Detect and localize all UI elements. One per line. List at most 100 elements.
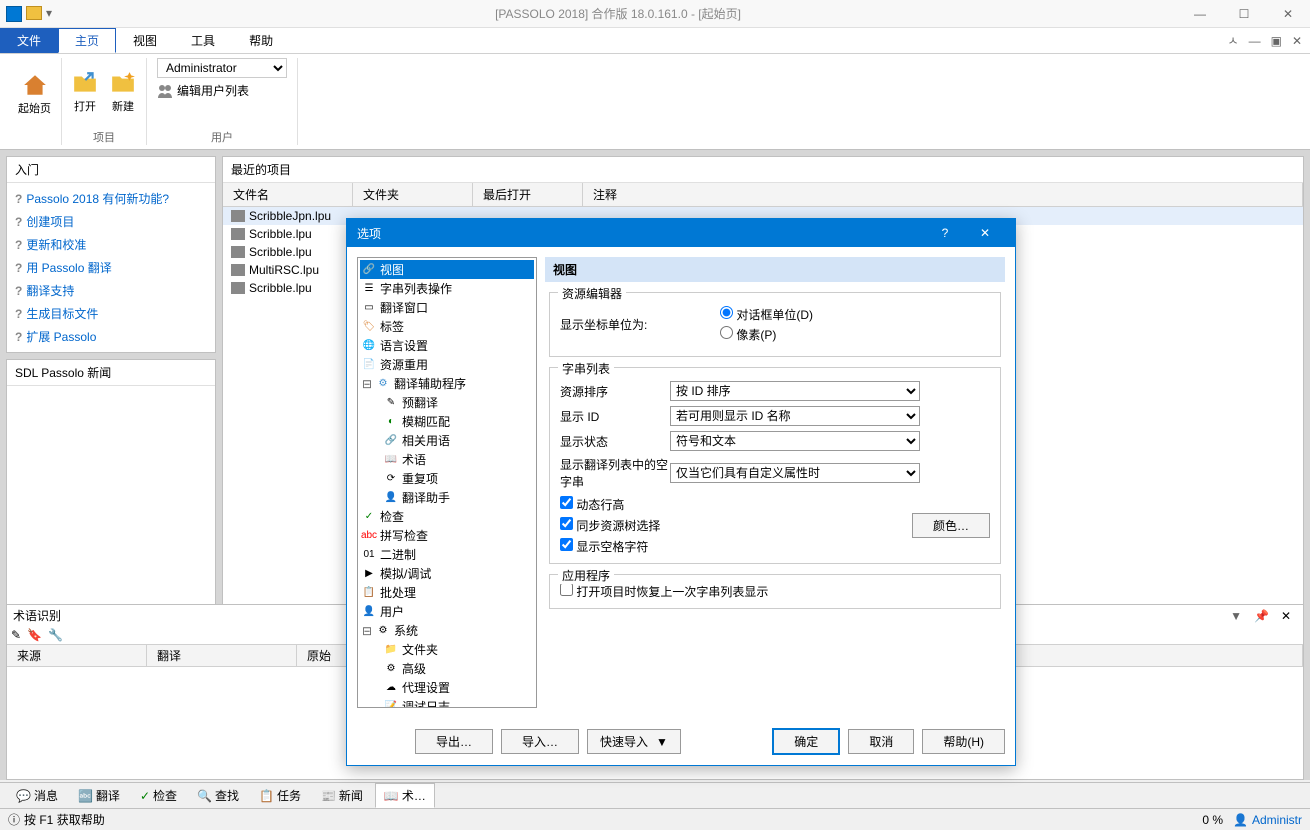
restore-icon[interactable]: ▣ — [1271, 34, 1282, 48]
export-button[interactable]: 导出… — [415, 729, 493, 754]
tree-check[interactable]: ✓检查 — [360, 507, 534, 526]
open-icon[interactable] — [26, 6, 42, 20]
col-filename[interactable]: 文件名 — [223, 183, 353, 206]
dropdown-icon[interactable]: ▼ — [1230, 609, 1242, 623]
tree-debug-log[interactable]: 📝调试日志 — [360, 697, 534, 708]
dialog-help-button[interactable]: ? — [925, 219, 965, 247]
tab-news[interactable]: 📰新闻 — [313, 784, 371, 807]
import-button[interactable]: 导入… — [501, 729, 579, 754]
intro-link[interactable]: ?更新和校准 — [11, 233, 211, 256]
news-header: SDL Passolo 新闻 — [7, 360, 215, 386]
tab-find[interactable]: 🔍查找 — [189, 784, 247, 807]
status-user: Administr — [1252, 813, 1302, 827]
quick-import-button[interactable]: 快速导入▼ — [587, 729, 681, 754]
tree-related[interactable]: 🔗相关用语 — [360, 431, 534, 450]
user-group-label: 用户 — [211, 129, 233, 145]
tab-term[interactable]: 📖术… — [375, 783, 435, 808]
tree-view[interactable]: 🔗视图 — [360, 260, 534, 279]
term-col-translation[interactable]: 翻译 — [147, 645, 297, 666]
restore-on-open-checkbox[interactable]: 打开项目时恢复上一次字串列表显示 — [560, 585, 768, 599]
close-panel-icon[interactable]: ✕ — [1281, 609, 1291, 623]
close-doc-icon[interactable]: ✕ — [1292, 34, 1302, 48]
tree-string-list[interactable]: ☰字串列表操作 — [360, 279, 534, 298]
pencil-icon[interactable]: ✎ — [11, 628, 21, 642]
minimize-button[interactable]: — — [1178, 0, 1222, 28]
menu-tools[interactable]: 工具 — [174, 28, 232, 53]
tree-trans-window[interactable]: ▭翻译窗口 — [360, 298, 534, 317]
ok-button[interactable]: 确定 — [772, 728, 840, 755]
menu-file[interactable]: 文件 — [0, 28, 58, 53]
status-percent: 0 % — [1202, 813, 1223, 827]
dynamic-row-checkbox[interactable]: 动态行高 — [560, 498, 624, 512]
intro-link[interactable]: ?Passolo 2018 有何新功能? — [11, 187, 211, 210]
tree-resource-reuse[interactable]: 📄资源重用 — [360, 355, 534, 374]
color-button[interactable]: 颜色… — [912, 513, 990, 538]
dropdown-icon[interactable]: ▾ — [46, 6, 52, 22]
close-button[interactable]: ✕ — [1266, 0, 1310, 28]
open-button[interactable]: 打开 — [72, 70, 98, 114]
file-icon — [231, 264, 245, 276]
tab-tasks[interactable]: 📋任务 — [251, 784, 309, 807]
show-id-select[interactable]: 若可用则显示 ID 名称 — [670, 406, 920, 426]
options-dialog: 选项 ? ✕ 🔗视图 ☰字串列表操作 ▭翻译窗口 🏷标签 🌐语言设置 📄资源重用… — [346, 218, 1016, 766]
start-page-button[interactable]: 起始页 — [18, 72, 51, 116]
tag-icon[interactable]: 🔖 — [27, 628, 42, 642]
sync-tree-checkbox[interactable]: 同步资源树选择 — [560, 517, 660, 534]
cancel-button[interactable]: 取消 — [848, 729, 914, 754]
col-note[interactable]: 注释 — [583, 183, 1303, 206]
tree-binary[interactable]: 01二进制 — [360, 545, 534, 564]
intro-link[interactable]: ?用 Passolo 翻译 — [11, 256, 211, 279]
sort-select[interactable]: 按 ID 排序 — [670, 381, 920, 401]
show-space-checkbox[interactable]: 显示空格字符 — [560, 540, 648, 554]
maximize-button[interactable]: ☐ — [1222, 0, 1266, 28]
tree-user[interactable]: 👤用户 — [360, 602, 534, 621]
radio-dialog-unit[interactable]: 对话框单位(D) — [720, 306, 813, 323]
wrench-icon[interactable]: 🔧 — [48, 628, 63, 642]
tree-system[interactable]: ⊟⚙系统 — [360, 621, 534, 640]
intro-link[interactable]: ?翻译支持 — [11, 279, 211, 302]
tree-tags[interactable]: 🏷标签 — [360, 317, 534, 336]
radio-pixel[interactable]: 像素(P) — [720, 326, 813, 343]
col-lastopen[interactable]: 最后打开 — [473, 183, 583, 206]
term-col-source[interactable]: 来源 — [7, 645, 147, 666]
intro-link[interactable]: ?生成目标文件 — [11, 302, 211, 325]
tree-terminology[interactable]: 📖术语 — [360, 450, 534, 469]
options-tree[interactable]: 🔗视图 ☰字串列表操作 ▭翻译窗口 🏷标签 🌐语言设置 📄资源重用 ⊟⚙翻译辅助… — [357, 257, 537, 708]
user-status-icon: 👤 — [1233, 813, 1248, 827]
tree-lang[interactable]: 🌐语言设置 — [360, 336, 534, 355]
menu-home[interactable]: 主页 — [58, 28, 116, 53]
help-button[interactable]: 帮助(H) — [922, 729, 1005, 754]
dialog-close-button[interactable]: ✕ — [965, 219, 1005, 247]
intro-link[interactable]: ?创建项目 — [11, 210, 211, 233]
question-icon: ? — [15, 192, 22, 206]
tree-pretranslate[interactable]: ✎预翻译 — [360, 393, 534, 412]
tree-spell[interactable]: abc拼写检查 — [360, 526, 534, 545]
col-folder[interactable]: 文件夹 — [353, 183, 473, 206]
pin-icon[interactable]: 📌 — [1254, 609, 1269, 623]
tab-check[interactable]: ✓检查 — [132, 784, 185, 807]
dash-icon[interactable]: — — [1249, 34, 1261, 48]
tree-proxy[interactable]: ☁代理设置 — [360, 678, 534, 697]
tree-simulate[interactable]: ▶模拟/调试 — [360, 564, 534, 583]
tree-batch[interactable]: 📋批处理 — [360, 583, 534, 602]
show-empty-select[interactable]: 仅当它们具有自定义属性时 — [670, 463, 920, 483]
collapse-ribbon-icon[interactable]: ㅅ — [1228, 32, 1239, 49]
ribbon: 起始页 打开 新建 项目 Administrator 编辑用户列表 — [0, 54, 1310, 150]
menu-help[interactable]: 帮助 — [232, 28, 290, 53]
show-state-select[interactable]: 符号和文本 — [670, 431, 920, 451]
status-help: 按 F1 获取帮助 — [24, 811, 105, 828]
tree-trans-helper[interactable]: 👤翻译助手 — [360, 488, 534, 507]
tree-advanced[interactable]: ⚙高级 — [360, 659, 534, 678]
tree-trans-assist[interactable]: ⊟⚙翻译辅助程序 — [360, 374, 534, 393]
user-select[interactable]: Administrator — [157, 58, 287, 78]
intro-link[interactable]: ?扩展 Passolo — [11, 325, 211, 348]
menu-view[interactable]: 视图 — [116, 28, 174, 53]
edit-user-list-button[interactable]: 编辑用户列表 — [157, 82, 287, 99]
tree-folders[interactable]: 📁文件夹 — [360, 640, 534, 659]
new-button[interactable]: 新建 — [110, 70, 136, 114]
tree-repeat[interactable]: ⟳重复项 — [360, 469, 534, 488]
tab-translate[interactable]: 🔤翻译 — [70, 784, 128, 807]
tree-fuzzy[interactable]: ◐模糊匹配 — [360, 412, 534, 431]
tab-messages[interactable]: 💬消息 — [8, 784, 66, 807]
coord-unit-label: 显示坐标单位为: — [560, 316, 720, 333]
